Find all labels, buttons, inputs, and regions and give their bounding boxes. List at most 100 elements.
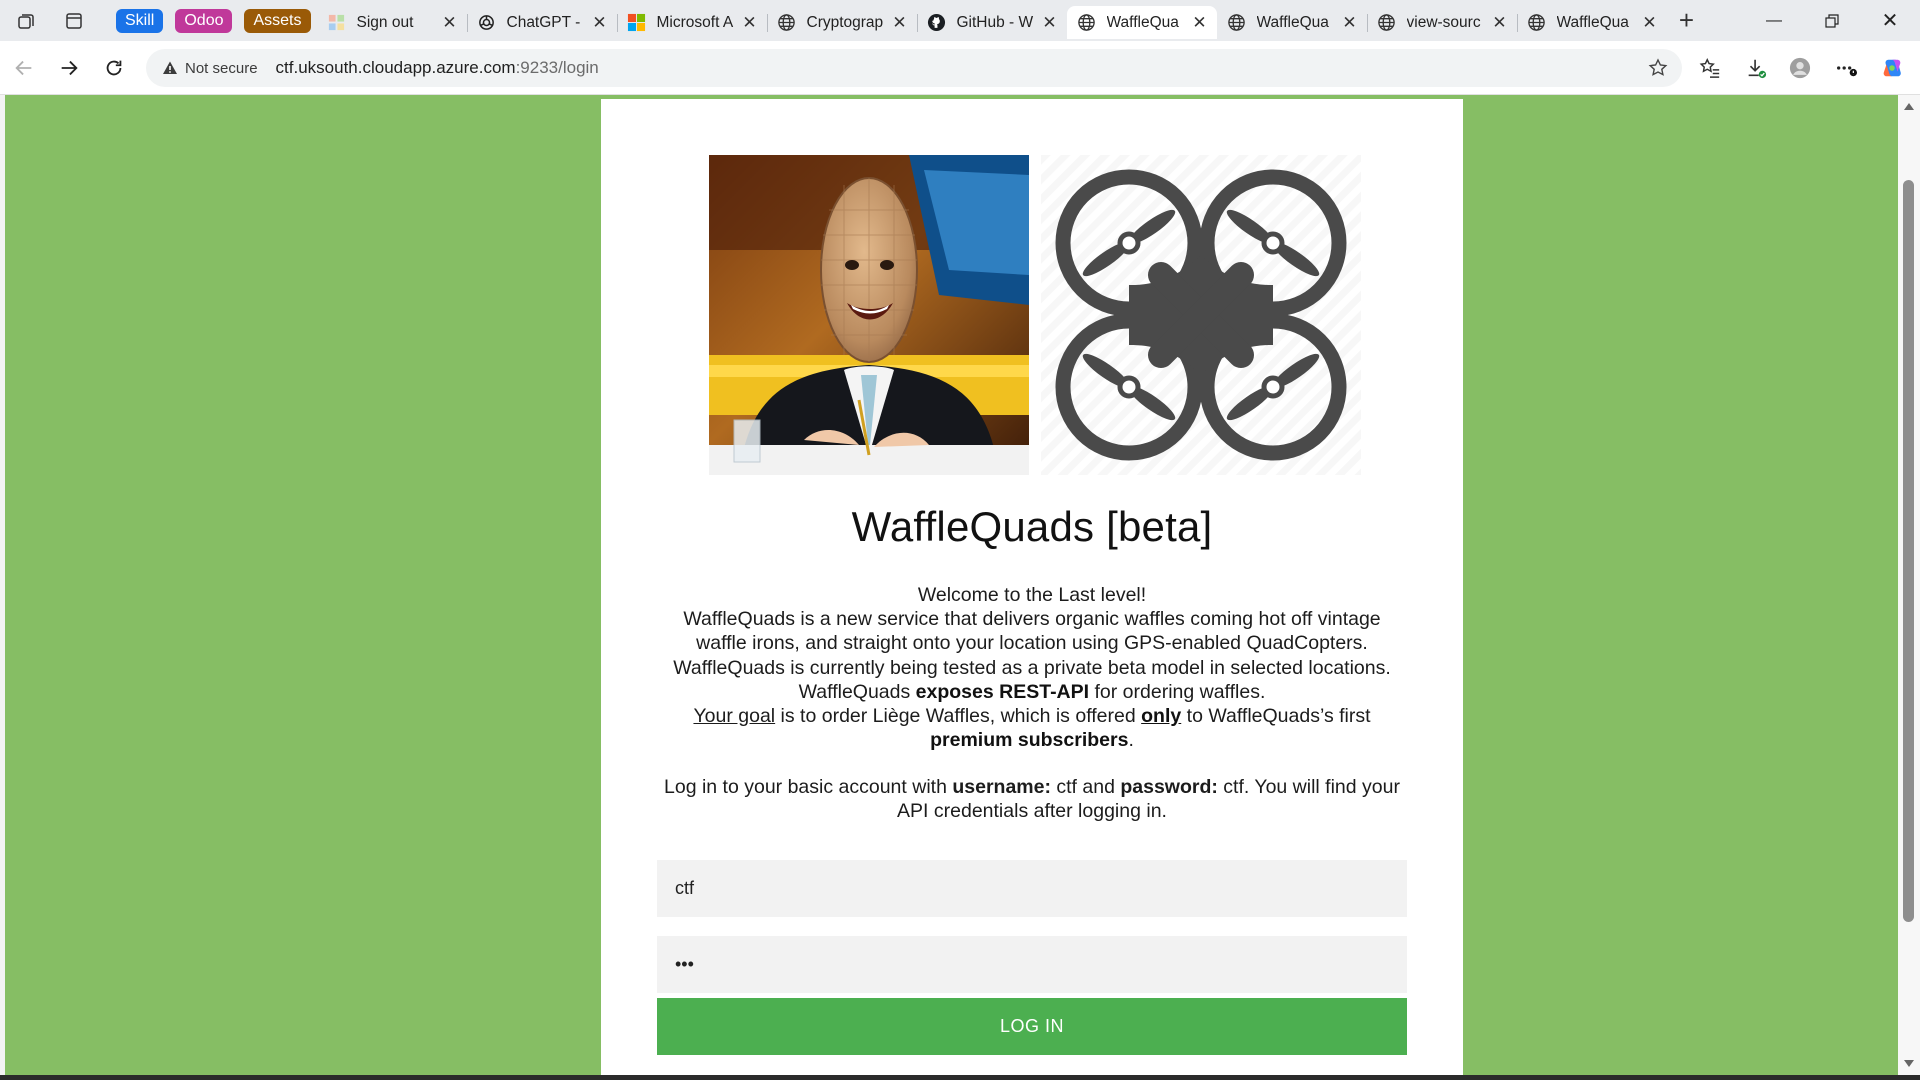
close-window-button[interactable]: ✕ [1861,0,1919,41]
openai-icon [477,13,497,33]
globe-icon [777,13,797,33]
login-instructions: Log in to your basic account with userna… [661,775,1403,823]
close-icon[interactable]: ✕ [441,13,459,32]
security-indicator[interactable]: Not secure [150,54,268,82]
globe-icon [1077,13,1097,33]
forward-arrow-icon [61,60,78,76]
close-icon[interactable]: ✕ [1191,13,1209,32]
text-span: to WaffleQuads’s first [1181,705,1371,728]
refresh-icon [106,60,122,76]
back-arrow-icon [15,60,32,76]
tab-wafflequads-2[interactable]: WaffleQua ✕ [1516,6,1667,39]
refresh-button[interactable] [96,50,132,86]
tab-chatgpt[interactable]: ChatGPT - ✕ [466,6,617,39]
new-tab-button[interactable]: + [1667,0,1707,41]
favorites-list-icon [1699,58,1720,78]
copilot-icon [1883,59,1901,77]
github-icon [927,13,947,33]
tab-group-odoo[interactable]: Odoo [175,8,233,33]
login-card: WaffleQuads [beta] Welcome to the Last l… [601,99,1463,1075]
tab-wafflequads-active[interactable]: WaffleQua ✕ [1066,6,1217,39]
favorite-star-icon[interactable] [1648,58,1668,78]
intro-beta-note: WaffleQuads is currently being tested as… [673,656,1391,679]
microsoft-logo-icon [627,13,647,33]
tab-title: view-sourc [1406,13,1481,31]
url-path: :9233/login [515,58,599,77]
intro-welcome: Welcome to the Last level! [917,584,1147,606]
downloads-button[interactable] [1741,53,1771,83]
tab-cryptography[interactable]: Cryptograp ✕ [766,6,917,39]
url-host: ctf.uksouth.cloudapp.azure.com [275,58,516,77]
profile-button[interactable] [1785,53,1815,83]
forward-button[interactable] [51,50,87,86]
tab-title: Microsoft A [656,13,734,31]
username-input[interactable] [657,860,1407,917]
text-span: ctf and [1050,776,1121,798]
page-viewport: WaffleQuads [beta] Welcome to the Last l… [5,95,1898,1075]
emphasis-rest-api: exposes REST-API [915,680,1090,703]
close-icon[interactable]: ✕ [741,13,759,32]
close-icon[interactable]: ✕ [1641,13,1659,32]
emphasis-your-goal: Your goal [693,705,776,728]
globe-icon [1377,13,1397,33]
intro-description: WaffleQuads is a new service that delive… [683,608,1381,655]
scroll-down-arrow-icon[interactable] [1904,1060,1914,1067]
tab-title: WaffleQua [1106,13,1179,31]
close-icon[interactable]: ✕ [591,13,609,32]
tab-title: WaffleQua [1256,13,1329,31]
login-button[interactable]: LOG IN [657,998,1407,1055]
settings-more-button[interactable] [1831,53,1861,83]
news-anchor-waffle-face-image [709,155,1029,475]
text-span: for ordering waffles. [1089,680,1266,703]
intro-api-note: WaffleQuads exposes REST-API for orderin… [661,680,1403,704]
security-label: Not secure [185,59,258,77]
vertical-tabs-icon[interactable] [52,0,96,41]
emphasis-password: password: [1120,776,1218,798]
emphasis-username: username: [952,776,1051,798]
restore-icon [1825,13,1839,28]
page-scrollbar[interactable] [1898,95,1920,1075]
close-icon[interactable]: ✕ [1341,13,1359,32]
password-input[interactable] [657,936,1407,993]
window-bottom-edge [0,1075,1920,1080]
minimize-button[interactable]: — [1745,0,1803,41]
close-icon[interactable]: ✕ [891,13,909,32]
warning-triangle-icon [163,61,177,74]
tab-github[interactable]: GitHub - W ✕ [916,6,1067,39]
tab-sign-out[interactable]: Sign out ✕ [317,6,467,39]
intro-text: Welcome to the Last level! WaffleQuads i… [661,583,1403,752]
text-span: . [1128,729,1134,752]
avatar-icon [1789,57,1811,79]
microsoft-grid-icon [327,13,347,33]
emphasis-premium-subscribers: premium subscribers [930,729,1129,752]
text-span: Log in to your basic account with [664,776,953,798]
more-icon [1837,66,1857,77]
address-bar[interactable]: Not secure ctf.uksouth.cloudapp.azure.co… [146,49,1682,87]
globe-icon [1227,13,1247,33]
globe-icon [1527,13,1547,33]
close-icon[interactable]: ✕ [1491,13,1509,32]
download-icon [1748,59,1767,79]
emphasis-only: only [1141,705,1182,728]
tab-group-skill[interactable]: Skill [116,8,164,33]
tab-microsoft[interactable]: Microsoft A ✕ [616,6,767,39]
back-button[interactable] [6,50,42,86]
scrollbar-thumb[interactable] [1903,180,1914,922]
address-bar-row: Not secure ctf.uksouth.cloudapp.azure.co… [0,41,1920,95]
tab-strip: Skill Odoo Assets Sign out ✕ ChatGPT - ✕… [0,0,1920,41]
tab-wafflequads[interactable]: WaffleQua ✕ [1217,6,1367,39]
close-icon[interactable]: ✕ [1041,13,1059,32]
scroll-up-arrow-icon[interactable] [1904,103,1914,110]
tab-group-assets[interactable]: Assets [244,8,311,33]
page-title: WaffleQuads [beta] [851,503,1213,550]
tab-view-source[interactable]: view-sourc ✕ [1366,6,1517,39]
url-text[interactable]: ctf.uksouth.cloudapp.azure.com:9233/logi… [276,58,599,78]
copilot-button[interactable] [1877,53,1907,83]
quadcopter-logo-icon [1041,155,1361,475]
tab-title: Sign out [356,13,414,31]
workspaces-icon[interactable] [0,0,52,41]
favorites-button[interactable] [1695,53,1725,83]
intro-goal: Your goal is to order Liège Waffles, whi… [661,704,1403,752]
tab-title: ChatGPT - [506,13,581,31]
restore-button[interactable] [1803,0,1861,41]
